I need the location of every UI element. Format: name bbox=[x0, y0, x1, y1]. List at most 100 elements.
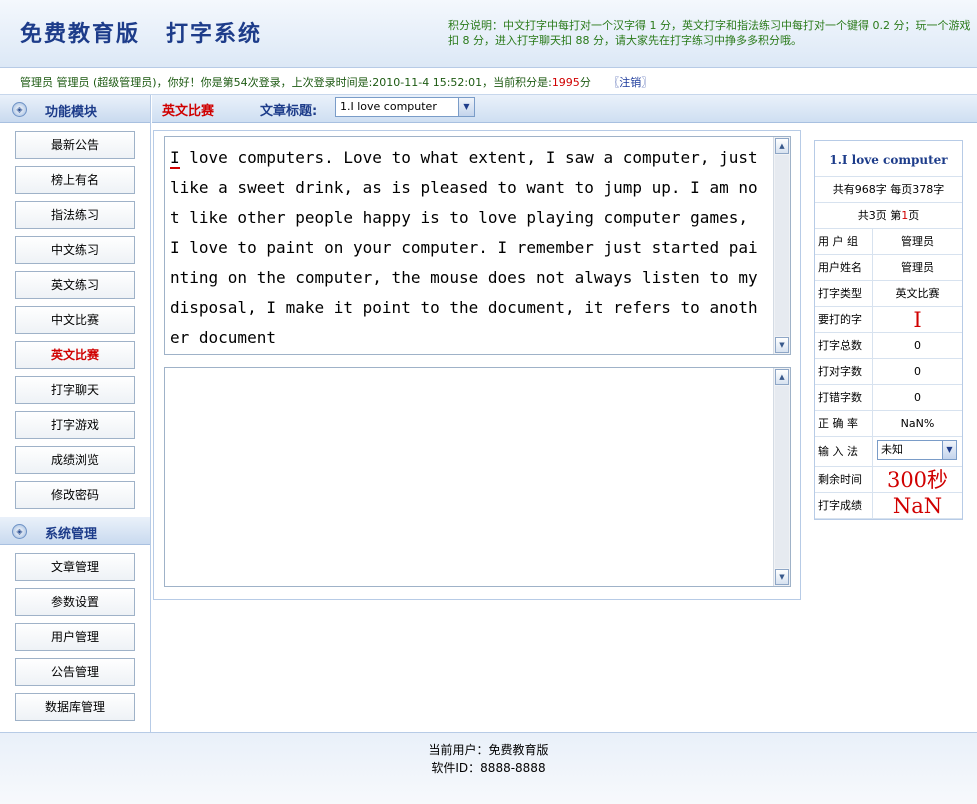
info-label: 用 户 组 bbox=[815, 229, 873, 254]
app-title: 免费教育版 打字系统 bbox=[20, 16, 262, 48]
section-toggle-icon: ◈ bbox=[12, 102, 27, 117]
section-toggle-icon: ◈ bbox=[12, 524, 27, 539]
info-label: 要打的字 bbox=[815, 307, 873, 332]
footer-current-user: 当前用户：免费教育版 bbox=[428, 743, 549, 757]
next-char-value: I bbox=[913, 308, 922, 332]
sidebar-menu-button[interactable]: 榜上有名 bbox=[15, 166, 135, 194]
info-label: 输 入 法 bbox=[815, 437, 873, 466]
sidebar-menu-button[interactable]: 成绩浏览 bbox=[15, 446, 135, 474]
score-rules-note: 积分说明：中文打字中每打对一个汉字得 1 分，英文打字和指法练习中每打对一个键得… bbox=[448, 19, 971, 47]
info-label: 用户姓名 bbox=[815, 255, 873, 280]
sidebar-menu-button[interactable]: 公告管理 bbox=[15, 658, 135, 686]
ime-select-value: 未知 bbox=[881, 443, 903, 456]
input-scrollbar[interactable]: ▲ ▼ bbox=[773, 368, 790, 586]
article-scrollbar[interactable]: ▲ ▼ bbox=[773, 137, 790, 354]
pages-suffix: 页 bbox=[908, 209, 920, 222]
info-label: 打字总数 bbox=[815, 333, 873, 358]
sidebar-menu-button[interactable]: 修改密码 bbox=[15, 481, 135, 509]
info-value: 0 bbox=[914, 339, 921, 352]
info-row-time: 剩余时间 300秒 bbox=[815, 467, 962, 493]
chevron-down-icon[interactable]: ▼ bbox=[458, 98, 474, 116]
article-select[interactable]: 1.I love computer ▼ bbox=[335, 97, 475, 117]
stat-rows: 打字总数 0 打对字数 0 打错字数 0 正 确 率 NaN% bbox=[815, 333, 962, 437]
info-value: 英文比赛 bbox=[895, 287, 940, 300]
sidebar-menu-button[interactable]: 最新公告 bbox=[15, 131, 135, 159]
info-value: 0 bbox=[914, 365, 921, 378]
scroll-down-icon[interactable]: ▼ bbox=[775, 337, 789, 353]
info-row: 打错字数 0 bbox=[815, 385, 962, 411]
article-select-value: 1.I love computer bbox=[340, 100, 437, 113]
sidebar-menu-button[interactable]: 英文练习 bbox=[15, 271, 135, 299]
footer: 当前用户：免费教育版 软件ID：8888-8888 bbox=[0, 732, 977, 804]
sidebar-section-admin: ◈ 系统管理 bbox=[0, 517, 150, 545]
sidebar-menu-button[interactable]: 用户管理 bbox=[15, 623, 135, 651]
footer-software-id: 软件ID：8888-8888 bbox=[431, 761, 546, 775]
scroll-up-icon[interactable]: ▲ bbox=[775, 138, 789, 154]
info-value: 0 bbox=[914, 391, 921, 404]
article-rest-text: love computers. Love to what extent, I s… bbox=[170, 148, 768, 347]
user-info-rows: 用 户 组管理员 用户姓名 管理员 打字类型 英文比赛 bbox=[815, 229, 962, 307]
page-indicator: 共3页 第1页 bbox=[815, 203, 962, 229]
info-row: 用户姓名 管理员 bbox=[815, 255, 962, 281]
info-row-ime: 输 入 法 未知 ▼ bbox=[815, 437, 962, 467]
sidebar-menu-button[interactable]: 中文练习 bbox=[15, 236, 135, 264]
typing-work-panel: I love computers. Love to what extent, I… bbox=[153, 130, 801, 600]
section-title: 系统管理 bbox=[45, 527, 98, 542]
article-text: I love computers. Love to what extent, I… bbox=[170, 143, 766, 353]
typing-score-value: NaN bbox=[892, 494, 943, 518]
info-row: 打字总数 0 bbox=[815, 333, 962, 359]
main-toolbar: 英文比赛 文章标题: 1.I love computer ▼ bbox=[152, 95, 977, 123]
info-article-title: 1.I love computer bbox=[815, 141, 962, 177]
info-value: NaN% bbox=[900, 417, 935, 430]
sidebar: ◈ 功能模块 最新公告榜上有名指法练习中文练习英文练习中文比赛英文比赛打字聊天打… bbox=[0, 95, 151, 732]
typing-info-panel: 1.I love computer 共有968字 每页378字 共3页 第1页 … bbox=[814, 140, 963, 520]
ime-select[interactable]: 未知 ▼ bbox=[877, 440, 957, 460]
sidebar-menu-button[interactable]: 数据库管理 bbox=[15, 693, 135, 721]
welcome-bar: 管理员 管理员 (超级管理员)，你好！你是第54次登录，上次登录时间是:2010… bbox=[0, 68, 977, 95]
sidebar-menu-button[interactable]: 中文比赛 bbox=[15, 306, 135, 334]
sidebar-section-functions: ◈ 功能模块 bbox=[0, 95, 150, 123]
current-mode-label: 英文比赛 bbox=[162, 104, 215, 119]
info-label: 正 确 率 bbox=[815, 411, 873, 436]
info-row: 打对字数 0 bbox=[815, 359, 962, 385]
sidebar-menu-button[interactable]: 参数设置 bbox=[15, 588, 135, 616]
scroll-track[interactable] bbox=[775, 386, 789, 568]
article-title-label: 文章标题: bbox=[260, 104, 318, 119]
info-label: 剩余时间 bbox=[815, 467, 873, 492]
sidebar-admin-list: 文章管理参数设置用户管理公告管理数据库管理 bbox=[0, 545, 150, 721]
welcome-text: 管理员 管理员 (超级管理员)，你好！你是第54次登录，上次登录时间是:2010… bbox=[20, 76, 552, 89]
section-title: 功能模块 bbox=[45, 105, 98, 120]
sidebar-menu-button[interactable]: 打字游戏 bbox=[15, 411, 135, 439]
logout-link[interactable]: 〖注销〗 bbox=[608, 76, 652, 89]
info-label: 打字类型 bbox=[815, 281, 873, 306]
info-value: 管理员 bbox=[901, 261, 934, 274]
info-row-next-char: 要打的字 I bbox=[815, 307, 962, 333]
scroll-down-icon[interactable]: ▼ bbox=[775, 569, 789, 585]
info-label: 打错字数 bbox=[815, 385, 873, 410]
info-row: 用 户 组 管理员 bbox=[815, 229, 962, 255]
article-text-box: I love computers. Love to what extent, I… bbox=[164, 136, 791, 355]
info-row: 打字类型 英文比赛 bbox=[815, 281, 962, 307]
remaining-time-value: 300秒 bbox=[886, 468, 949, 492]
sidebar-menu-button[interactable]: 打字聊天 bbox=[15, 376, 135, 404]
info-label: 打对字数 bbox=[815, 359, 873, 384]
info-row: 正 确 率 NaN% bbox=[815, 411, 962, 437]
pages-prefix: 共3页 第 bbox=[857, 209, 902, 222]
info-value: 管理员 bbox=[901, 235, 934, 248]
points-unit: 分 bbox=[579, 76, 591, 89]
top-header: 免费教育版 打字系统 积分说明：中文打字中每打对一个汉字得 1 分，英文打字和指法… bbox=[0, 0, 977, 68]
scroll-track[interactable] bbox=[775, 155, 789, 336]
scroll-up-icon[interactable]: ▲ bbox=[775, 369, 789, 385]
info-row-score: 打字成绩 NaN bbox=[815, 493, 962, 519]
info-label: 打字成绩 bbox=[815, 493, 873, 518]
current-points: 1995 bbox=[551, 76, 580, 89]
typing-input-area[interactable]: ▲ ▼ bbox=[164, 367, 791, 587]
chevron-down-icon[interactable]: ▼ bbox=[942, 441, 956, 459]
sidebar-menu-button[interactable]: 指法练习 bbox=[15, 201, 135, 229]
chars-total-line: 共有968字 每页378字 bbox=[815, 177, 962, 203]
sidebar-function-list: 最新公告榜上有名指法练习中文练习英文练习中文比赛英文比赛打字聊天打字游戏成绩浏览… bbox=[0, 123, 150, 509]
app-title-system: 打字系统 bbox=[166, 21, 263, 47]
current-char: I bbox=[170, 148, 180, 169]
sidebar-menu-button[interactable]: 文章管理 bbox=[15, 553, 135, 581]
sidebar-menu-button[interactable]: 英文比赛 bbox=[15, 341, 135, 369]
